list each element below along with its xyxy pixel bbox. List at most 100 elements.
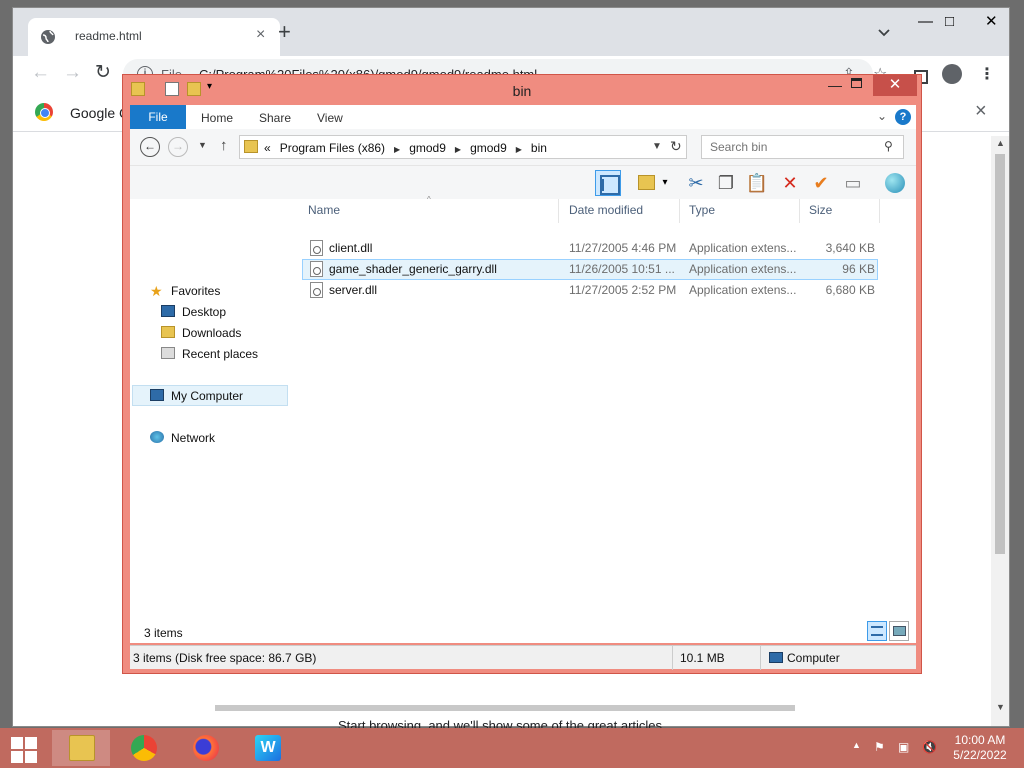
globe-properties-icon[interactable] (882, 170, 908, 196)
tab-view[interactable]: View (317, 111, 343, 125)
breadcrumb-bin[interactable]: bin (531, 141, 547, 155)
breadcrumb-program-files[interactable]: Program Files (x86) (280, 141, 385, 155)
tab-search-icon[interactable] (877, 26, 891, 40)
back-arrow-icon[interactable]: ← (140, 137, 160, 157)
infobar-close-icon[interactable]: × (975, 100, 987, 123)
column-divider[interactable] (879, 199, 880, 223)
breadcrumb: « Program Files (x86) ▶ gmod9 ▶ gmod9 ▶ bin (264, 141, 556, 155)
start-button[interactable] (0, 728, 48, 768)
nav-favorites[interactable]: ★ Favorites (150, 281, 220, 301)
file-date: 11/26/2005 10:51 ... (569, 262, 675, 276)
rename-icon[interactable]: ▭ (840, 170, 866, 196)
copy-icon[interactable]: ❐ (713, 170, 739, 196)
infobar-text: Google C (70, 105, 130, 121)
nav-downloads[interactable]: Downloads (161, 323, 241, 343)
tab-share[interactable]: Share (259, 111, 291, 125)
system-clock[interactable]: 10:00 AM 5/22/2022 (944, 733, 1016, 763)
profile-avatar[interactable] (942, 64, 962, 84)
forward-button[interactable]: → (63, 62, 82, 84)
window-close-button[interactable]: ✕ (985, 13, 998, 31)
scroll-thumb[interactable] (995, 154, 1005, 554)
expand-ribbon-icon[interactable]: ⌄ (877, 109, 887, 123)
tab-close-icon[interactable]: × (256, 26, 265, 44)
file-explorer-icon (69, 735, 95, 761)
explorer-titlebar: ▾ bin — ✕ (123, 75, 921, 105)
nav-recent-places[interactable]: Recent places (161, 344, 258, 364)
address-row: ← → ▼ ↑ « Program Files (x86) ▶ gmod9 ▶ gmod9… (130, 129, 916, 165)
new-tab-button[interactable]: + (278, 21, 291, 43)
page-scrollbar[interactable]: ▲ ▼ (991, 136, 1009, 726)
file-type: Application extens... (689, 262, 797, 276)
tab-file[interactable]: File (130, 105, 186, 129)
column-divider[interactable] (558, 199, 559, 223)
delete-icon[interactable]: ✕ (777, 170, 803, 196)
scroll-up-icon[interactable]: ▲ (996, 138, 1005, 148)
column-size[interactable]: Size (809, 203, 832, 217)
file-row-server-dll[interactable]: server.dll 11/27/2005 2:52 PM Applicatio… (302, 280, 878, 301)
column-divider[interactable] (679, 199, 680, 223)
layout-pane-icon[interactable] (595, 170, 621, 196)
explorer-minimize-button[interactable]: — (823, 77, 847, 93)
paste-icon[interactable]: 📋 (744, 170, 770, 196)
up-arrow-icon[interactable]: ↑ (220, 137, 228, 154)
action-center-flag-icon[interactable]: ⚑ (874, 740, 885, 754)
reload-button[interactable]: ↻ (95, 61, 111, 84)
organize-folder-icon[interactable] (636, 170, 658, 196)
windows-logo-icon (25, 737, 37, 749)
chevron-right-icon[interactable]: ▶ (394, 145, 400, 154)
address-dropdown-icon[interactable]: ▼ (652, 141, 662, 152)
file-row-client-dll[interactable]: client.dll 11/27/2005 4:46 PM Applicatio… (302, 238, 878, 259)
nav-desktop[interactable]: Desktop (161, 302, 226, 322)
explorer-title: bin (512, 83, 532, 99)
forward-arrow-icon[interactable]: → (168, 137, 188, 157)
details-view-icon[interactable] (867, 621, 887, 641)
status-location: Computer (787, 651, 840, 665)
ribbon-tabs: File Home Share View ⌄ ? (130, 105, 916, 129)
organize-dropdown-icon[interactable]: ▾ (658, 170, 672, 196)
nav-my-computer[interactable]: My Computer (150, 386, 243, 406)
file-row-game-shader-dll[interactable]: game_shader_generic_garry.dll 11/26/2005… (302, 259, 878, 280)
desktop-icon (161, 305, 175, 317)
chevron-right-icon[interactable]: ▶ (516, 145, 522, 154)
taskbar-app[interactable]: W (238, 730, 296, 766)
column-divider[interactable] (799, 199, 800, 223)
menu-kebab-icon[interactable]: ⋮ (979, 64, 995, 84)
explorer-close-button[interactable]: ✕ (873, 75, 917, 96)
back-button[interactable]: ← (31, 62, 50, 84)
volume-muted-icon[interactable]: 🔇 (922, 740, 937, 754)
taskbar-chrome[interactable] (114, 730, 172, 766)
recent-locations-icon[interactable]: ▼ (198, 140, 207, 150)
status-divider (672, 646, 673, 670)
show-hidden-icons-icon[interactable]: ▲ (852, 740, 861, 750)
breadcrumb-overflow[interactable]: « (264, 141, 271, 155)
network-tray-icon[interactable]: ▣ (898, 740, 909, 754)
horizontal-scrollbar[interactable] (215, 705, 795, 711)
column-date-modified[interactable]: Date modified (569, 203, 643, 217)
scroll-down-icon[interactable]: ▼ (996, 702, 1005, 712)
file-type: Application extens... (689, 241, 797, 255)
column-name[interactable]: Name (308, 203, 340, 217)
window-minimize-button[interactable]: — (918, 13, 933, 31)
window-maximize-button[interactable]: □ (945, 13, 954, 31)
folder-icon (244, 140, 258, 153)
large-icons-view-icon[interactable] (889, 621, 909, 641)
tab-readme[interactable]: readme.html × (28, 18, 280, 56)
checkmark-icon[interactable]: ✔ (808, 170, 834, 196)
breadcrumb-gmod9[interactable]: gmod9 (409, 141, 446, 155)
column-type[interactable]: Type (689, 203, 715, 217)
refresh-icon[interactable]: ↻ (670, 138, 682, 155)
cut-icon[interactable]: ✂ (683, 170, 709, 196)
chevron-right-icon[interactable]: ▶ (455, 145, 461, 154)
breadcrumb-gmod9-inner[interactable]: gmod9 (470, 141, 507, 155)
dll-file-icon (310, 261, 323, 277)
explorer-maximize-button[interactable] (851, 78, 862, 88)
search-icon[interactable]: ⚲ (884, 139, 893, 153)
search-input[interactable] (710, 140, 880, 154)
nav-network[interactable]: Network (150, 428, 215, 448)
explorer-address-bar[interactable]: « Program Files (x86) ▶ gmod9 ▶ gmod9 ▶ bin ▼ ↻ (239, 135, 687, 159)
taskbar-file-explorer[interactable] (52, 730, 110, 766)
search-box[interactable]: ⚲ (701, 135, 904, 159)
tab-home[interactable]: Home (201, 111, 233, 125)
taskbar-firefox[interactable] (176, 730, 234, 766)
help-icon[interactable]: ? (895, 109, 911, 125)
